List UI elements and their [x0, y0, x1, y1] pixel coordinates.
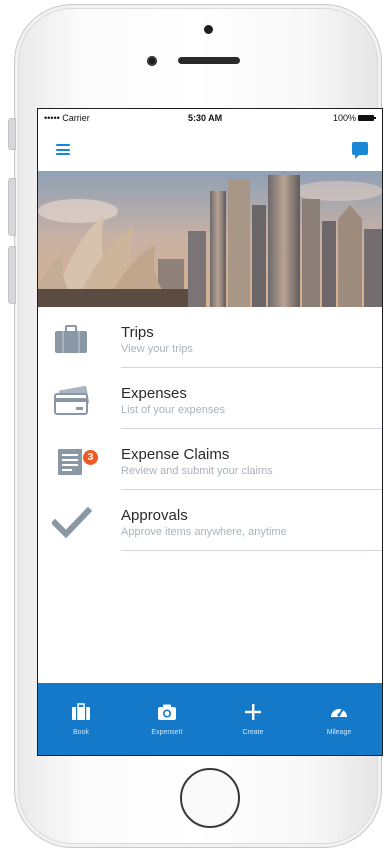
menu-item-expenses[interactable]: Expenses List of your expenses	[38, 368, 382, 429]
receipt-icon: 3	[52, 445, 98, 477]
camera-icon	[158, 704, 176, 720]
bottom-tab-bar: Book ExpenseIt Create Mileage	[38, 683, 382, 755]
status-battery: 100%	[332, 113, 376, 123]
tab-create[interactable]: Create	[210, 683, 296, 755]
checkmark-icon	[50, 506, 93, 539]
plus-icon	[245, 704, 261, 720]
canvas: ••••• Carrier 5:30 AM 100% Trips View yo…	[0, 0, 392, 856]
speedometer-icon	[331, 708, 347, 717]
menu-item-subtitle: Approve items anywhere, anytime	[121, 526, 287, 538]
menu-item-title: Expense Claims	[121, 446, 230, 463]
menu-item-subtitle: View your trips	[121, 343, 193, 355]
divider	[121, 550, 382, 551]
chat-bubble-icon[interactable]	[352, 142, 368, 159]
menu-item-subtitle: Review and submit your claims	[121, 465, 273, 477]
claims-count-badge: 3	[83, 450, 98, 465]
menu-item-approvals[interactable]: Approvals Approve items anywhere, anytim…	[38, 490, 382, 551]
status-carrier: ••••• Carrier	[44, 113, 90, 123]
menu-item-subtitle: List of your expenses	[121, 404, 225, 416]
tab-label: Book	[73, 729, 89, 736]
battery-percent: 100%	[332, 113, 356, 123]
credit-card-icon	[52, 384, 92, 416]
sydney-skyline-illustration	[38, 171, 382, 307]
status-time: 5:30 AM	[188, 113, 223, 123]
menu-item-title: Trips	[121, 324, 154, 341]
hero-image	[38, 171, 382, 307]
status-bar: ••••• Carrier 5:30 AM 100%	[38, 109, 382, 127]
front-camera	[147, 56, 157, 66]
volume-down-button	[8, 246, 16, 304]
briefcase-icon	[72, 703, 90, 720]
tab-label: Create	[242, 729, 264, 736]
menu-item-title: Approvals	[121, 507, 188, 524]
menu-item-trips[interactable]: Trips View your trips	[38, 307, 382, 368]
hamburger-icon[interactable]	[56, 144, 70, 155]
earpiece-speaker	[178, 57, 240, 64]
tab-mileage[interactable]: Mileage	[296, 683, 382, 755]
main-menu: Trips View your trips Expenses List of y…	[38, 307, 382, 551]
volume-up-button	[8, 178, 16, 236]
tab-expenseit[interactable]: ExpenseIt	[124, 683, 210, 755]
mute-switch	[8, 118, 16, 150]
phone-screen: ••••• Carrier 5:30 AM 100% Trips View yo…	[37, 108, 383, 756]
tab-book[interactable]: Book	[38, 683, 124, 755]
battery-icon	[358, 115, 376, 121]
home-button[interactable]	[180, 768, 240, 828]
proximity-sensor	[204, 25, 213, 34]
tab-label: Mileage	[326, 729, 352, 736]
menu-item-title: Expenses	[121, 385, 187, 402]
tab-label: ExpenseIt	[151, 729, 183, 736]
app-header	[38, 127, 382, 171]
menu-item-expense-claims[interactable]: 3 Expense Claims Review and submit your …	[38, 429, 382, 490]
briefcase-icon	[52, 323, 92, 355]
